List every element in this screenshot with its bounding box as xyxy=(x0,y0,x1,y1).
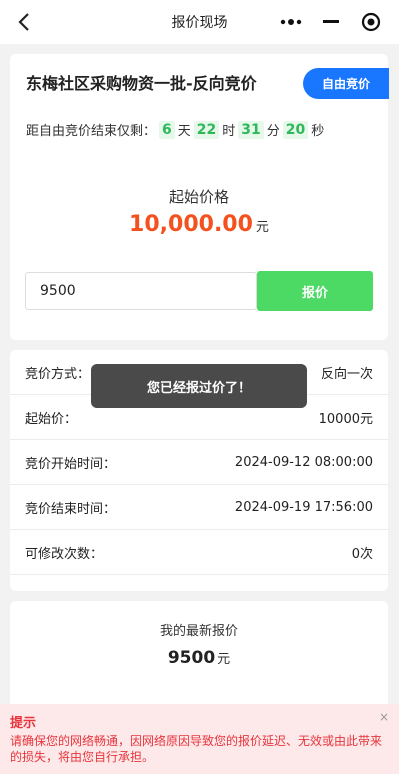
notice-text: 请确保您的网络畅通，因网络原因导致您的报价延迟、无效或由此带来的损失，将由您自行… xyxy=(10,734,383,764)
target-circle-icon[interactable] xyxy=(356,7,386,37)
detail-label: 竞价结束时间： xyxy=(25,501,117,517)
countdown-hours-unit: 时 xyxy=(222,124,236,139)
my-bid-label: 我的最新报价 xyxy=(159,624,238,639)
countdown: 距自由竞价结束仅剩： 6 天 22 时 31 分 20 秒 xyxy=(26,120,324,139)
detail-row-edit-count: 可修改次数： 0次 xyxy=(10,530,388,575)
toast-message: 您已经报过价了！ xyxy=(91,364,307,408)
countdown-days-unit: 天 xyxy=(177,124,191,139)
capsule-menu xyxy=(271,6,391,38)
my-bid-price: 9500 元 xyxy=(10,648,388,668)
auction-type-tag: 自由竞价 xyxy=(303,68,389,99)
detail-value: 10000元 xyxy=(318,411,373,427)
minus-icon[interactable] xyxy=(316,7,346,37)
countdown-hours: 22 xyxy=(193,120,220,139)
detail-label: 可修改次数： xyxy=(25,546,104,562)
detail-value: 反向一次 xyxy=(320,366,373,382)
more-dots-icon[interactable] xyxy=(276,7,306,37)
start-price-value: 10,000.00 xyxy=(129,212,253,237)
auction-title: 东梅社区采购物资一批-反向竞价 xyxy=(26,74,257,93)
navigation-bar: 报价现场 xyxy=(0,0,399,44)
chevron-left-icon[interactable] xyxy=(10,8,38,36)
detail-row-end-time: 竞价结束时间： 2024-09-19 17:56:00 xyxy=(10,485,388,530)
countdown-seconds-unit: 秒 xyxy=(311,124,325,139)
bid-input[interactable]: 9500 xyxy=(25,272,257,310)
page-title: 报价现场 xyxy=(171,15,228,31)
my-bid-value: 9500 xyxy=(167,648,216,668)
countdown-minutes-unit: 分 xyxy=(266,124,280,139)
countdown-minutes: 31 xyxy=(238,120,264,139)
countdown-days: 6 xyxy=(159,120,175,139)
my-latest-bid-card: 我的最新报价 9500 元 xyxy=(10,601,388,711)
start-price-unit: 元 xyxy=(255,220,269,235)
detail-label: 起始价： xyxy=(25,411,78,427)
countdown-prefix: 距自由竞价结束仅剩： xyxy=(26,124,157,139)
countdown-seconds: 20 xyxy=(282,120,309,139)
start-price: 10,000.00 元 xyxy=(10,212,388,237)
close-icon[interactable]: × xyxy=(379,710,389,724)
auction-card: 东梅社区采购物资一批-反向竞价 自由竞价 距自由竞价结束仅剩： 6 天 22 时… xyxy=(10,54,389,340)
detail-value: 2024-09-12 08:00:00 xyxy=(234,454,373,470)
detail-value: 0次 xyxy=(351,546,373,562)
detail-label: 竞价方式： xyxy=(25,366,91,382)
detail-label: 竞价开始时间： xyxy=(25,456,117,472)
detail-value: 2024-09-19 17:56:00 xyxy=(234,499,373,515)
notice-banner: 提示 请确保您的网络畅通，因网络原因导致您的报价延迟、无效或由此带来的损失，将由… xyxy=(0,704,399,774)
my-bid-unit: 元 xyxy=(217,652,231,667)
detail-row-start-time: 竞价开始时间： 2024-09-12 08:00:00 xyxy=(10,440,388,485)
notice-title: 提示 xyxy=(10,716,37,731)
start-price-label: 起始价格 xyxy=(168,188,229,206)
submit-bid-button[interactable]: 报价 xyxy=(257,271,373,311)
